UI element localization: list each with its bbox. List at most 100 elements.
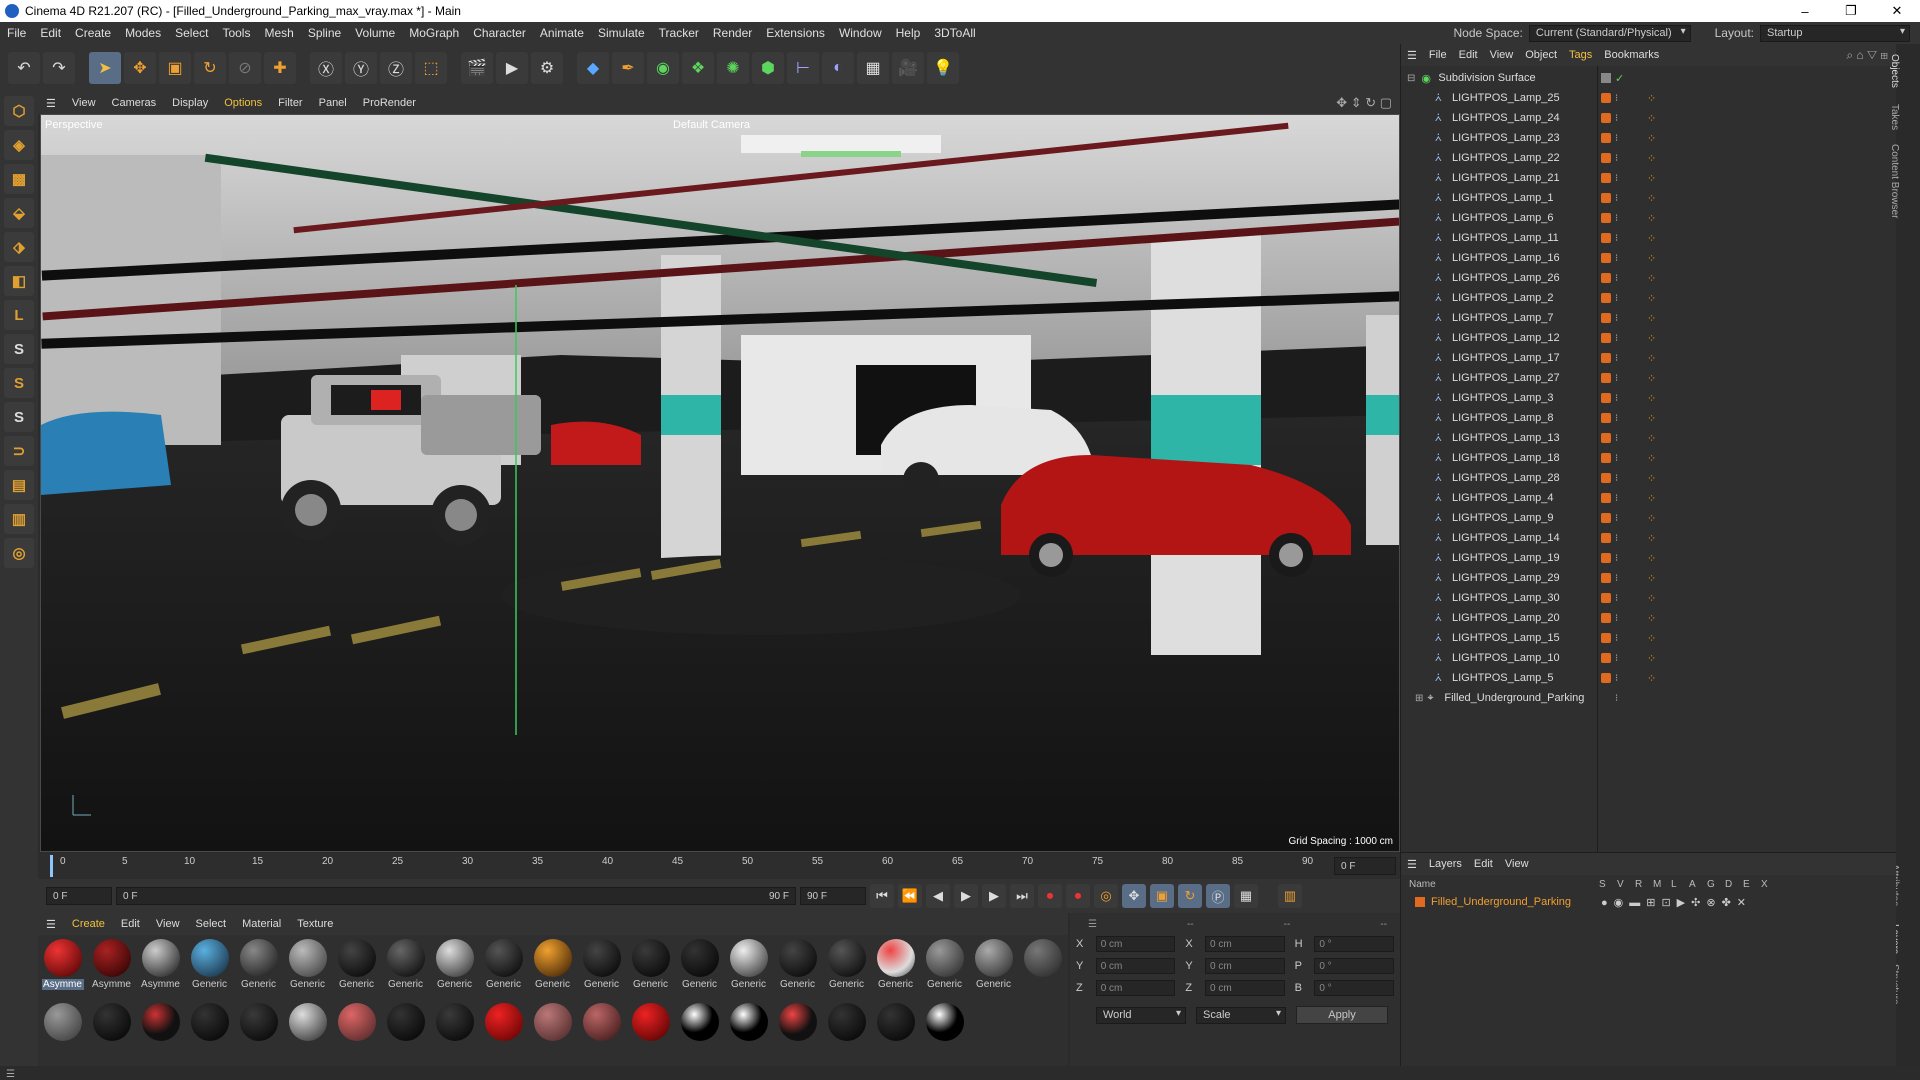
goto-end-icon[interactable]: ⏭ — [1010, 884, 1034, 908]
layer-color-tag-icon[interactable] — [1601, 433, 1611, 443]
object-row-lamp[interactable]: ⩑ LIGHTPOS_Lamp_9 ⁝ ⁘ — [1401, 508, 1896, 528]
visibility-dots-icon[interactable]: ⁝ — [1615, 373, 1618, 384]
material-swatch[interactable] — [434, 1003, 475, 1061]
object-name[interactable]: LIGHTPOS_Lamp_22 — [1452, 152, 1560, 164]
visibility-dots-icon[interactable]: ⁝ — [1615, 133, 1618, 144]
menu-animate[interactable]: Animate — [533, 26, 591, 40]
coordinate-system-icon[interactable]: ⬚ — [415, 52, 447, 84]
object-name[interactable]: LIGHTPOS_Lamp_12 — [1452, 332, 1560, 344]
object-name[interactable]: LIGHTPOS_Lamp_13 — [1452, 432, 1560, 444]
layer-color-tag-icon[interactable] — [1601, 273, 1611, 283]
layer-color-tag-icon[interactable] — [1601, 673, 1611, 683]
object-row-lamp[interactable]: ⩑ LIGHTPOS_Lamp_24 ⁝ ⁘ — [1401, 108, 1896, 128]
light-tag-icon[interactable]: ⁘ — [1647, 392, 1656, 405]
visibility-dots-icon[interactable]: ⁝ — [1615, 493, 1618, 504]
object-row-lamp[interactable]: ⩑ LIGHTPOS_Lamp_26 ⁝ ⁘ — [1401, 268, 1896, 288]
node-space-dropdown[interactable]: Current (Standard/Physical) — [1528, 24, 1691, 42]
visibility-dots-icon[interactable]: ⁝ — [1615, 653, 1618, 664]
object-row-lamp[interactable]: ⩑ LIGHTPOS_Lamp_14 ⁝ ⁘ — [1401, 528, 1896, 548]
workplane-snap-icon[interactable]: S — [4, 402, 34, 432]
menu-mograph[interactable]: MoGraph — [402, 26, 466, 40]
layers-hamburger-icon[interactable]: ☰ — [1401, 858, 1423, 871]
material-menu-texture[interactable]: Texture — [289, 918, 341, 930]
material-swatch[interactable] — [581, 1003, 622, 1061]
menu-render[interactable]: Render — [706, 26, 759, 40]
menu-tracker[interactable]: Tracker — [652, 26, 706, 40]
visibility-dots-icon[interactable]: ⁝ — [1615, 113, 1618, 124]
position-y-field[interactable]: 0 cm — [1095, 958, 1176, 974]
rotation-h-field[interactable]: 0 ° — [1314, 936, 1394, 952]
object-name[interactable]: LIGHTPOS_Lamp_9 — [1452, 512, 1554, 524]
menu-select[interactable]: Select — [168, 26, 215, 40]
tab-content-browser[interactable]: Content Browser — [1889, 144, 1900, 218]
object-name[interactable]: LIGHTPOS_Lamp_25 — [1452, 92, 1560, 104]
object-name[interactable]: LIGHTPOS_Lamp_1 — [1452, 192, 1554, 204]
layer-color-tag-icon[interactable] — [1601, 593, 1611, 603]
object-row-lamp[interactable]: ⩑ LIGHTPOS_Lamp_25 ⁝ ⁘ — [1401, 88, 1896, 108]
current-frame-field[interactable]: 0 F — [1334, 857, 1396, 875]
visibility-dots-icon[interactable]: ⁝ — [1615, 573, 1618, 584]
visibility-dots-icon[interactable]: ⁝ — [1615, 173, 1618, 184]
previous-key-icon[interactable]: ⏪ — [898, 884, 922, 908]
tab-takes[interactable]: Takes — [1889, 104, 1900, 130]
position-z-field[interactable]: 0 cm — [1095, 980, 1176, 996]
light-tag-icon[interactable]: ⁘ — [1647, 172, 1656, 185]
objects-menu-tags[interactable]: Tags — [1563, 49, 1598, 61]
object-name[interactable]: LIGHTPOS_Lamp_4 — [1452, 492, 1554, 504]
maximize-button[interactable]: ❐ — [1828, 0, 1874, 22]
object-row-lamp[interactable]: ⩑ LIGHTPOS_Lamp_11 ⁝ ⁘ — [1401, 228, 1896, 248]
expand-icon[interactable]: ⊞ — [1415, 693, 1423, 704]
object-row-lamp[interactable]: ⩑ LIGHTPOS_Lamp_23 ⁝ ⁘ — [1401, 128, 1896, 148]
object-name[interactable]: LIGHTPOS_Lamp_23 — [1452, 132, 1560, 144]
key-parameter-icon[interactable]: Ⓟ — [1206, 884, 1230, 908]
material-swatch[interactable] — [1022, 939, 1063, 997]
light-icon[interactable]: 💡 — [927, 52, 959, 84]
material-swatch[interactable] — [826, 1003, 867, 1061]
size-z-field[interactable]: 0 cm — [1205, 980, 1285, 996]
object-name[interactable]: LIGHTPOS_Lamp_15 — [1452, 632, 1560, 644]
object-name[interactable]: LIGHTPOS_Lamp_28 — [1452, 472, 1560, 484]
keyframe-selection-icon[interactable]: ◎ — [1094, 884, 1118, 908]
cube-primitive-icon[interactable]: ◆ — [577, 52, 609, 84]
render-region-icon[interactable]: 🎬 — [461, 52, 493, 84]
object-row-lamp[interactable]: ⩑ LIGHTPOS_Lamp_18 ⁝ ⁘ — [1401, 448, 1896, 468]
menu-help[interactable]: Help — [889, 26, 928, 40]
key-rotation-icon[interactable]: ↻ — [1178, 884, 1202, 908]
light-tag-icon[interactable]: ⁘ — [1647, 452, 1656, 465]
material-swatch[interactable]: Generic — [336, 939, 377, 997]
y-axis-lock-icon[interactable]: Ⓨ — [345, 52, 377, 84]
deformer-icon[interactable]: ⬢ — [752, 52, 784, 84]
visibility-dots-icon[interactable]: ⁝ — [1615, 533, 1618, 544]
layer-name[interactable]: Filled_Underground_Parking — [1431, 896, 1601, 908]
object-row-lamp[interactable]: ⩑ LIGHTPOS_Lamp_4 ⁝ ⁘ — [1401, 488, 1896, 508]
material-swatch[interactable]: Asymme — [91, 939, 132, 997]
viewport-camera-label[interactable]: Default Camera — [673, 119, 750, 131]
menu-edit[interactable]: Edit — [33, 26, 68, 40]
object-row-lamp[interactable]: ⩑ LIGHTPOS_Lamp_1 ⁝ ⁘ — [1401, 188, 1896, 208]
object-row-lamp[interactable]: ⩑ LIGHTPOS_Lamp_27 ⁝ ⁘ — [1401, 368, 1896, 388]
visibility-dots-icon[interactable]: ⁝ — [1615, 433, 1618, 444]
coord-hamburger-icon[interactable]: ☰ — [1088, 919, 1097, 930]
key-scale-icon[interactable]: ▣ — [1150, 884, 1174, 908]
object-name[interactable]: LIGHTPOS_Lamp_11 — [1452, 232, 1559, 244]
object-name[interactable]: LIGHTPOS_Lamp_8 — [1452, 412, 1554, 424]
object-name[interactable]: LIGHTPOS_Lamp_20 — [1452, 612, 1560, 624]
menu-tools[interactable]: Tools — [215, 26, 257, 40]
material-swatch[interactable] — [924, 1003, 965, 1061]
light-tag-icon[interactable]: ⁘ — [1647, 252, 1656, 265]
visibility-dots-icon[interactable]: ⁝ — [1615, 633, 1618, 644]
object-name[interactable]: LIGHTPOS_Lamp_17 — [1452, 352, 1560, 364]
light-tag-icon[interactable]: ⁘ — [1647, 632, 1656, 645]
visibility-dots-icon[interactable]: ⁝ — [1615, 153, 1618, 164]
layer-color-tag-icon[interactable] — [1601, 453, 1611, 463]
material-swatch[interactable] — [140, 1003, 181, 1061]
layer-color-tag-icon[interactable] — [1601, 233, 1611, 243]
menu-simulate[interactable]: Simulate — [591, 26, 652, 40]
make-editable-icon[interactable]: ⬡ — [4, 96, 34, 126]
locked-workplane-icon[interactable]: ▥ — [4, 504, 34, 534]
timeline-settings-icon[interactable]: ▥ — [1278, 884, 1302, 908]
material-swatch[interactable] — [42, 1003, 83, 1061]
status-menu-icon[interactable]: ☰ — [6, 1069, 15, 1080]
material-swatch[interactable]: Generic — [238, 939, 279, 997]
visibility-dots-icon[interactable]: ⁝ — [1615, 553, 1618, 564]
